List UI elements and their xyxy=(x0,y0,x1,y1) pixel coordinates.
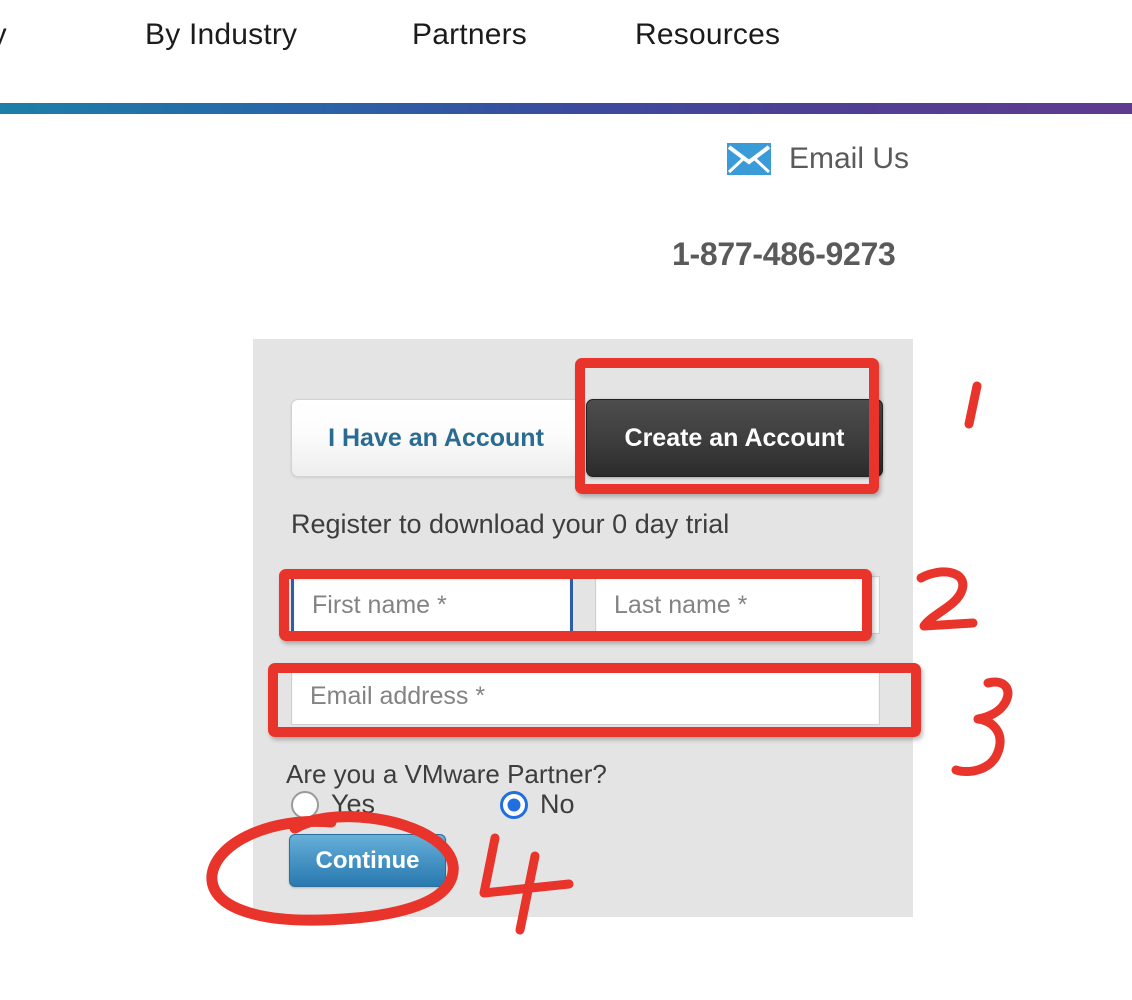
annotation-digit-2 xyxy=(916,567,978,631)
nav-item-partners[interactable]: Partners xyxy=(412,18,527,52)
email-us-label: Email Us xyxy=(789,142,910,175)
page-root: rity By Industry Partners Resources Emai… xyxy=(0,0,1132,1000)
radio-no-label: No xyxy=(540,789,575,819)
email-us-link[interactable]: Email Us xyxy=(727,142,909,176)
register-subtitle: Register to download your 0 day trial xyxy=(291,509,730,539)
nav-item-security[interactable]: rity xyxy=(0,18,7,52)
annotation-digit-3 xyxy=(951,677,1013,777)
continue-button[interactable]: Continue xyxy=(289,834,446,887)
tab-create-an-account-label: Create an Account xyxy=(624,423,845,452)
tab-i-have-an-account[interactable]: I Have an Account xyxy=(291,399,581,477)
radio-option-yes[interactable]: Yes xyxy=(291,789,375,820)
radio-no-mark[interactable] xyxy=(500,790,528,819)
envelope-icon xyxy=(727,143,771,175)
radio-yes-label: Yes xyxy=(331,789,376,819)
top-navigation-bar: rity By Industry Partners Resources xyxy=(0,0,1132,103)
registration-panel: I Have an Account Create an Account Regi… xyxy=(253,339,913,917)
last-name-input[interactable] xyxy=(595,576,880,634)
email-address-input[interactable] xyxy=(291,667,880,725)
partner-question-label: Are you a VMware Partner? xyxy=(286,759,607,789)
gradient-divider xyxy=(0,103,1132,114)
annotation-digit-1 xyxy=(964,381,982,429)
account-tabs: I Have an Account Create an Account xyxy=(291,399,883,477)
nav-item-by-industry[interactable]: By Industry xyxy=(145,18,297,52)
phone-number[interactable]: 1-877-486-9273 xyxy=(672,236,896,273)
tab-create-an-account[interactable]: Create an Account xyxy=(586,399,883,477)
radio-yes-mark[interactable] xyxy=(291,790,319,819)
nav-item-resources[interactable]: Resources xyxy=(635,18,780,52)
tab-i-have-an-account-label: I Have an Account xyxy=(328,423,544,452)
radio-option-no[interactable]: No xyxy=(500,789,575,820)
contact-strip: Email Us 1-877-486-9273 xyxy=(0,114,1132,294)
first-name-input[interactable] xyxy=(291,576,573,634)
